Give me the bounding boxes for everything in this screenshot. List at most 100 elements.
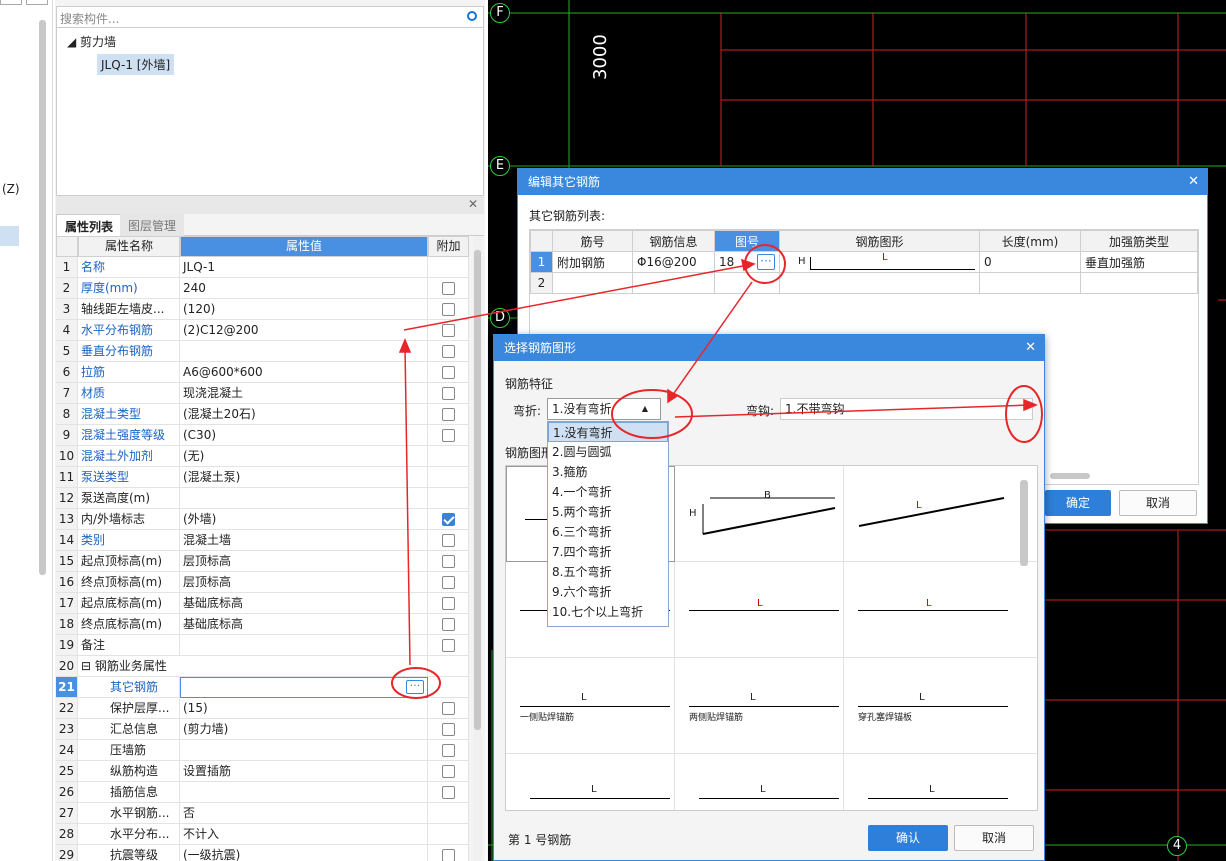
property-value[interactable]: 层顶标高 bbox=[180, 572, 428, 593]
table-row[interactable]: 26 插筋信息 bbox=[56, 782, 469, 803]
attach-checkbox[interactable] bbox=[442, 765, 455, 778]
left-scrollbar[interactable] bbox=[39, 20, 46, 575]
attach-checkbox[interactable] bbox=[442, 366, 455, 379]
table-row[interactable]: 27 水平钢筋... 否 bbox=[56, 803, 469, 824]
cell-type[interactable]: 垂直加强筋 bbox=[1080, 251, 1198, 273]
dropdown-option[interactable]: 8.五个弯折 bbox=[548, 562, 668, 582]
table-row[interactable]: 1 附加钢筋 Φ16@200 18 ··· H L 0 垂直加强筋 bbox=[530, 251, 1198, 273]
table-row[interactable]: 2 厚度(mm) 240 bbox=[56, 278, 469, 299]
table-row[interactable]: 13 内/外墙标志 (外墙) bbox=[56, 509, 469, 530]
table-row[interactable]: 28 水平分布... 不计入 bbox=[56, 824, 469, 845]
property-value[interactable]: A6@600*600 bbox=[180, 362, 428, 383]
cell-info[interactable] bbox=[632, 272, 715, 294]
shape-cell[interactable]: L bbox=[844, 754, 1037, 810]
attach-checkbox[interactable] bbox=[442, 723, 455, 736]
property-value[interactable]: 设置插筋 bbox=[180, 761, 428, 782]
property-value[interactable]: JLQ-1 bbox=[180, 257, 428, 278]
property-value[interactable]: 基础底标高 bbox=[180, 593, 428, 614]
attach-checkbox[interactable] bbox=[442, 282, 455, 295]
attach-checkbox[interactable] bbox=[442, 513, 455, 526]
attach-checkbox[interactable] bbox=[442, 597, 455, 610]
table-row[interactable]: 19 备注 bbox=[56, 635, 469, 656]
property-value[interactable]: (一级抗震) bbox=[180, 845, 428, 861]
attach-checkbox[interactable] bbox=[442, 576, 455, 589]
gallery-scrollbar[interactable] bbox=[1020, 480, 1028, 566]
property-value[interactable]: (外墙) bbox=[180, 509, 428, 530]
dropdown-option[interactable]: 2.圆与圆弧 bbox=[548, 442, 668, 462]
table-row[interactable]: 2 bbox=[530, 272, 1198, 294]
toolbar-button[interactable] bbox=[26, 0, 48, 5]
shape-cell[interactable]: L bbox=[675, 562, 844, 658]
dropdown-option[interactable]: 5.两个弯折 bbox=[548, 502, 668, 522]
collapse-icon[interactable]: ⊟ bbox=[81, 659, 95, 673]
tab-property-list[interactable]: 属性列表 bbox=[56, 214, 123, 236]
table-row[interactable]: 24 压墙筋 bbox=[56, 740, 469, 761]
attach-checkbox[interactable] bbox=[442, 555, 455, 568]
table-row[interactable]: 18 终点底标高(m) 基础底标高 bbox=[56, 614, 469, 635]
property-value[interactable]: (2)C12@200 bbox=[180, 320, 428, 341]
ellipsis-button[interactable]: ··· bbox=[757, 254, 775, 270]
property-value[interactable] bbox=[180, 677, 428, 698]
search-input[interactable]: 搜索构件... bbox=[56, 6, 484, 28]
table-row[interactable]: 29 抗震等级 (一级抗震) bbox=[56, 845, 469, 861]
property-value[interactable] bbox=[180, 635, 428, 656]
bend-select[interactable]: 1.没有弯折 ▲ bbox=[547, 398, 661, 420]
shape-cell[interactable]: L bbox=[844, 466, 1037, 562]
property-value[interactable] bbox=[180, 341, 428, 362]
shape-cell[interactable]: L 两侧贴焊锚筋 bbox=[675, 658, 844, 754]
property-value[interactable]: 层顶标高 bbox=[180, 551, 428, 572]
property-value[interactable]: 不计入 bbox=[180, 824, 428, 845]
scroll-thumb[interactable] bbox=[474, 250, 481, 730]
shape-cell[interactable]: L 穿孔塞焊锚板 bbox=[844, 658, 1037, 754]
cell-length[interactable]: 0 bbox=[979, 251, 1081, 273]
property-value[interactable] bbox=[180, 488, 428, 509]
cell-info[interactable]: Φ16@200 bbox=[632, 251, 715, 273]
attach-checkbox[interactable] bbox=[442, 345, 455, 358]
table-row[interactable]: 20 ⊟ 钢筋业务属性 bbox=[56, 656, 469, 677]
table-row[interactable]: 5 垂直分布钢筋 bbox=[56, 341, 469, 362]
property-value[interactable]: 混凝土墙 bbox=[180, 530, 428, 551]
property-value[interactable]: (剪力墙) bbox=[180, 719, 428, 740]
table-row[interactable]: 6 拉筋 A6@600*600 bbox=[56, 362, 469, 383]
table-row[interactable]: 10 混凝土外加剂 (无) bbox=[56, 446, 469, 467]
property-value[interactable]: (无) bbox=[180, 446, 428, 467]
shape-cell[interactable]: L 一侧贴焊锚筋 bbox=[506, 658, 675, 754]
table-row[interactable]: 8 混凝土类型 (混凝土20石) bbox=[56, 404, 469, 425]
cell-shape[interactable]: H L bbox=[779, 251, 980, 273]
table-row[interactable]: 3 轴线距左墙皮... (120) bbox=[56, 299, 469, 320]
property-value[interactable]: 否 bbox=[180, 803, 428, 824]
cancel-button[interactable]: 取消 bbox=[1119, 490, 1197, 516]
attach-checkbox[interactable] bbox=[442, 324, 455, 337]
property-value[interactable]: (120) bbox=[180, 299, 428, 320]
tab-layer-management[interactable]: 图层管理 bbox=[120, 214, 185, 236]
table-row[interactable]: 4 水平分布钢筋 (2)C12@200 bbox=[56, 320, 469, 341]
table-row[interactable]: 12 泵送高度(m) bbox=[56, 488, 469, 509]
panel-splitter[interactable]: ✕ bbox=[56, 196, 484, 214]
property-scrollbar[interactable] bbox=[473, 236, 482, 861]
dropdown-option[interactable]: 10.七个以上弯折 bbox=[548, 602, 668, 622]
cancel-button[interactable]: 取消 bbox=[954, 825, 1034, 851]
close-icon[interactable]: ✕ bbox=[468, 197, 478, 211]
tree-node-root[interactable]: ◢ 剪力墙 bbox=[67, 33, 116, 50]
dropdown-option[interactable]: 9.六个弯折 bbox=[548, 582, 668, 602]
shape-cell[interactable]: L bbox=[506, 754, 675, 810]
attach-checkbox[interactable] bbox=[442, 387, 455, 400]
cell-type[interactable] bbox=[1080, 272, 1198, 294]
table-row[interactable]: 22 保护层厚... (15) bbox=[56, 698, 469, 719]
table-row[interactable]: 23 汇总信息 (剪力墙) bbox=[56, 719, 469, 740]
cell-number[interactable] bbox=[552, 272, 633, 294]
left-strip-highlight[interactable] bbox=[0, 226, 19, 246]
property-value[interactable]: 基础底标高 bbox=[180, 614, 428, 635]
cell-figure-no[interactable] bbox=[714, 272, 780, 294]
close-icon[interactable]: ✕ bbox=[1025, 335, 1036, 361]
attach-checkbox[interactable] bbox=[442, 408, 455, 421]
dropdown-option[interactable]: 3.箍筋 bbox=[548, 462, 668, 482]
tree-node-selected[interactable]: JLQ-1 [外墙] bbox=[97, 54, 175, 75]
table-row[interactable]: 11 泵送类型 (混凝土泵) bbox=[56, 467, 469, 488]
dropdown-option[interactable]: 7.四个弯折 bbox=[548, 542, 668, 562]
cell-figure-no[interactable]: 18 ··· bbox=[714, 251, 780, 273]
table-row[interactable]: 7 材质 现浇混凝土 bbox=[56, 383, 469, 404]
table-row[interactable]: 25 纵筋构造 设置插筋 bbox=[56, 761, 469, 782]
ok-button[interactable]: 确定 bbox=[1045, 490, 1111, 516]
cell-number[interactable]: 附加钢筋 bbox=[552, 251, 633, 273]
